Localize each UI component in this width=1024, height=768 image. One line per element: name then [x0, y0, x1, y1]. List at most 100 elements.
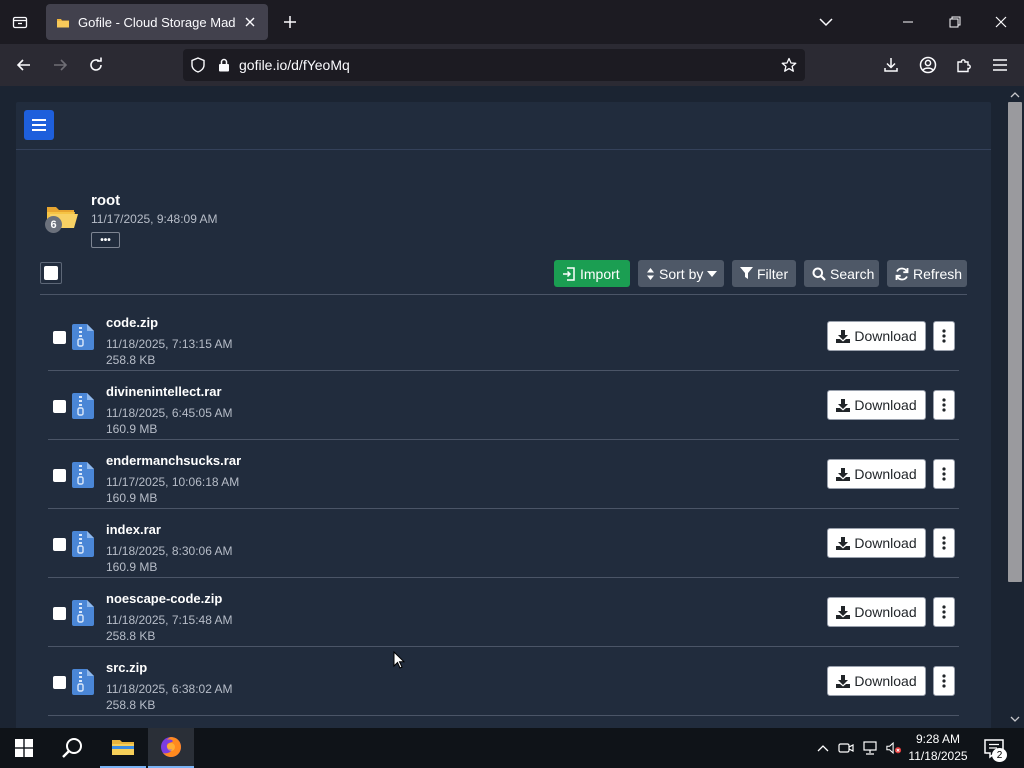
filter-label: Filter	[757, 265, 789, 282]
file-date: 11/18/2025, 7:13:15 AM	[106, 337, 233, 351]
puzzle-icon[interactable]	[951, 52, 977, 78]
file-size: 258.8 KB	[106, 353, 156, 367]
taskbar-search-icon[interactable]	[50, 728, 96, 768]
header-divider	[40, 294, 967, 295]
browser-tab-active[interactable]: Gofile - Cloud Storage Made Simple	[46, 4, 268, 40]
download-icon	[836, 398, 851, 412]
scroll-thumb[interactable]	[1008, 102, 1022, 582]
download-button[interactable]: Download	[827, 597, 926, 627]
scroll-down-icon[interactable]	[1009, 713, 1021, 725]
import-icon	[563, 266, 575, 281]
import-button[interactable]: Import	[554, 260, 630, 287]
folder-item-count-badge: 6	[45, 216, 62, 233]
file-size: 258.8 KB	[106, 629, 156, 643]
forward-arrow-icon[interactable]	[47, 52, 73, 78]
network-icon[interactable]	[862, 740, 878, 756]
filter-button[interactable]: Filter	[732, 260, 796, 287]
shield-icon[interactable]	[183, 49, 213, 81]
download-button[interactable]: Download	[827, 666, 926, 696]
close-icon[interactable]	[242, 14, 258, 30]
scroll-up-icon[interactable]	[1009, 89, 1021, 101]
file-name[interactable]: src.zip	[106, 660, 147, 675]
file-date: 11/17/2025, 10:06:18 AM	[106, 475, 240, 489]
volume-muted-icon[interactable]	[886, 740, 902, 756]
file-row: noescape-code.zip 11/18/2025, 7:15:48 AM…	[48, 578, 959, 647]
window-close-icon[interactable]	[989, 10, 1013, 34]
reload-icon[interactable]	[83, 52, 109, 78]
zip-file-icon	[72, 462, 94, 488]
tray-chevron-up-icon[interactable]	[815, 740, 831, 756]
star-icon[interactable]	[773, 49, 805, 81]
lock-icon[interactable]	[213, 49, 235, 81]
file-row: code.zip 11/18/2025, 7:13:15 AM 258.8 KB…	[48, 302, 959, 371]
file-checkbox[interactable]	[53, 607, 66, 620]
file-name[interactable]: index.rar	[106, 522, 161, 537]
file-explorer-icon[interactable]	[100, 728, 146, 768]
browser-navbar: gofile.io/d/fYeoMq	[0, 44, 1024, 86]
file-row: src.zip 11/18/2025, 6:38:02 AM 258.8 KB …	[48, 647, 959, 716]
firefox-icon[interactable]	[148, 728, 194, 768]
file-list: code.zip 11/18/2025, 7:13:15 AM 258.8 KB…	[48, 302, 959, 716]
tab-title: Gofile - Cloud Storage Made Simple	[78, 14, 236, 30]
refresh-button[interactable]: Refresh	[887, 260, 967, 287]
browser-tab-strip: Gofile - Cloud Storage Made Simple	[0, 0, 1024, 44]
file-size: 160.9 MB	[106, 560, 158, 574]
page-viewport: 6 root 11/17/2025, 9:48:09 AM ••• Import…	[0, 86, 1006, 728]
page-scrollbar[interactable]	[1006, 86, 1024, 728]
plus-icon[interactable]	[278, 10, 302, 34]
zip-file-icon	[72, 669, 94, 695]
vertical-dots-icon[interactable]	[933, 321, 955, 351]
file-name[interactable]: divinenintellect.rar	[106, 384, 222, 399]
file-row: index.rar 11/18/2025, 8:30:06 AM 160.9 M…	[48, 509, 959, 578]
download-icon	[836, 605, 851, 619]
vertical-dots-icon[interactable]	[933, 528, 955, 558]
caret-down-icon	[707, 270, 718, 277]
file-date: 11/18/2025, 6:45:05 AM	[106, 406, 233, 420]
refresh-label: Refresh	[913, 265, 963, 282]
folder-date: 11/17/2025, 9:48:09 AM	[91, 212, 218, 226]
file-checkbox[interactable]	[53, 538, 66, 551]
meet-now-icon[interactable]	[838, 740, 854, 756]
chevron-down-icon[interactable]	[814, 10, 838, 34]
download-button[interactable]: Download	[827, 528, 926, 558]
sort-by-label: Sort by	[659, 265, 704, 282]
download-icon[interactable]	[878, 52, 904, 78]
sort-by-button[interactable]: Sort by	[638, 260, 724, 287]
gofile-favicon	[57, 19, 69, 28]
refresh-icon	[895, 267, 909, 280]
vertical-dots-icon[interactable]	[933, 390, 955, 420]
file-checkbox[interactable]	[53, 331, 66, 344]
select-all-checkbox[interactable]	[40, 262, 62, 284]
windows-start-icon[interactable]	[0, 728, 48, 768]
download-button[interactable]: Download	[827, 321, 926, 351]
file-size: 160.9 MB	[106, 491, 158, 505]
file-name[interactable]: endermanchsucks.rar	[106, 453, 241, 468]
download-button[interactable]: Download	[827, 459, 926, 489]
download-button[interactable]: Download	[827, 390, 926, 420]
minimize-icon[interactable]	[896, 10, 920, 34]
hamburger-icon[interactable]	[987, 52, 1013, 78]
folder-card: 6 root 11/17/2025, 9:48:09 AM ••• Import…	[16, 102, 991, 728]
file-checkbox[interactable]	[53, 469, 66, 482]
account-icon[interactable]	[915, 52, 941, 78]
vertical-dots-icon[interactable]	[933, 666, 955, 696]
zip-file-icon	[72, 531, 94, 557]
search-button[interactable]: Search	[804, 260, 879, 287]
vertical-dots-icon[interactable]	[933, 459, 955, 489]
taskbar-clock[interactable]: 9:28 AM 11/18/2025	[906, 731, 970, 765]
vertical-dots-icon[interactable]	[933, 597, 955, 627]
back-arrow-icon[interactable]	[11, 52, 37, 78]
restore-icon[interactable]	[943, 10, 967, 34]
download-label: Download	[854, 397, 917, 413]
clock-time: 9:28 AM	[915, 732, 961, 746]
file-name[interactable]: noescape-code.zip	[106, 591, 222, 606]
file-name[interactable]: code.zip	[106, 315, 158, 330]
folder-more-button[interactable]: •••	[91, 232, 120, 248]
file-checkbox[interactable]	[53, 676, 66, 689]
menu-toggle-button[interactable]	[24, 110, 54, 140]
file-row: divinenintellect.rar 11/18/2025, 6:45:05…	[48, 371, 959, 440]
zip-file-icon	[72, 324, 94, 350]
url-bar[interactable]: gofile.io/d/fYeoMq	[183, 49, 805, 81]
file-checkbox[interactable]	[53, 400, 66, 413]
tab-list-icon[interactable]	[8, 10, 32, 34]
